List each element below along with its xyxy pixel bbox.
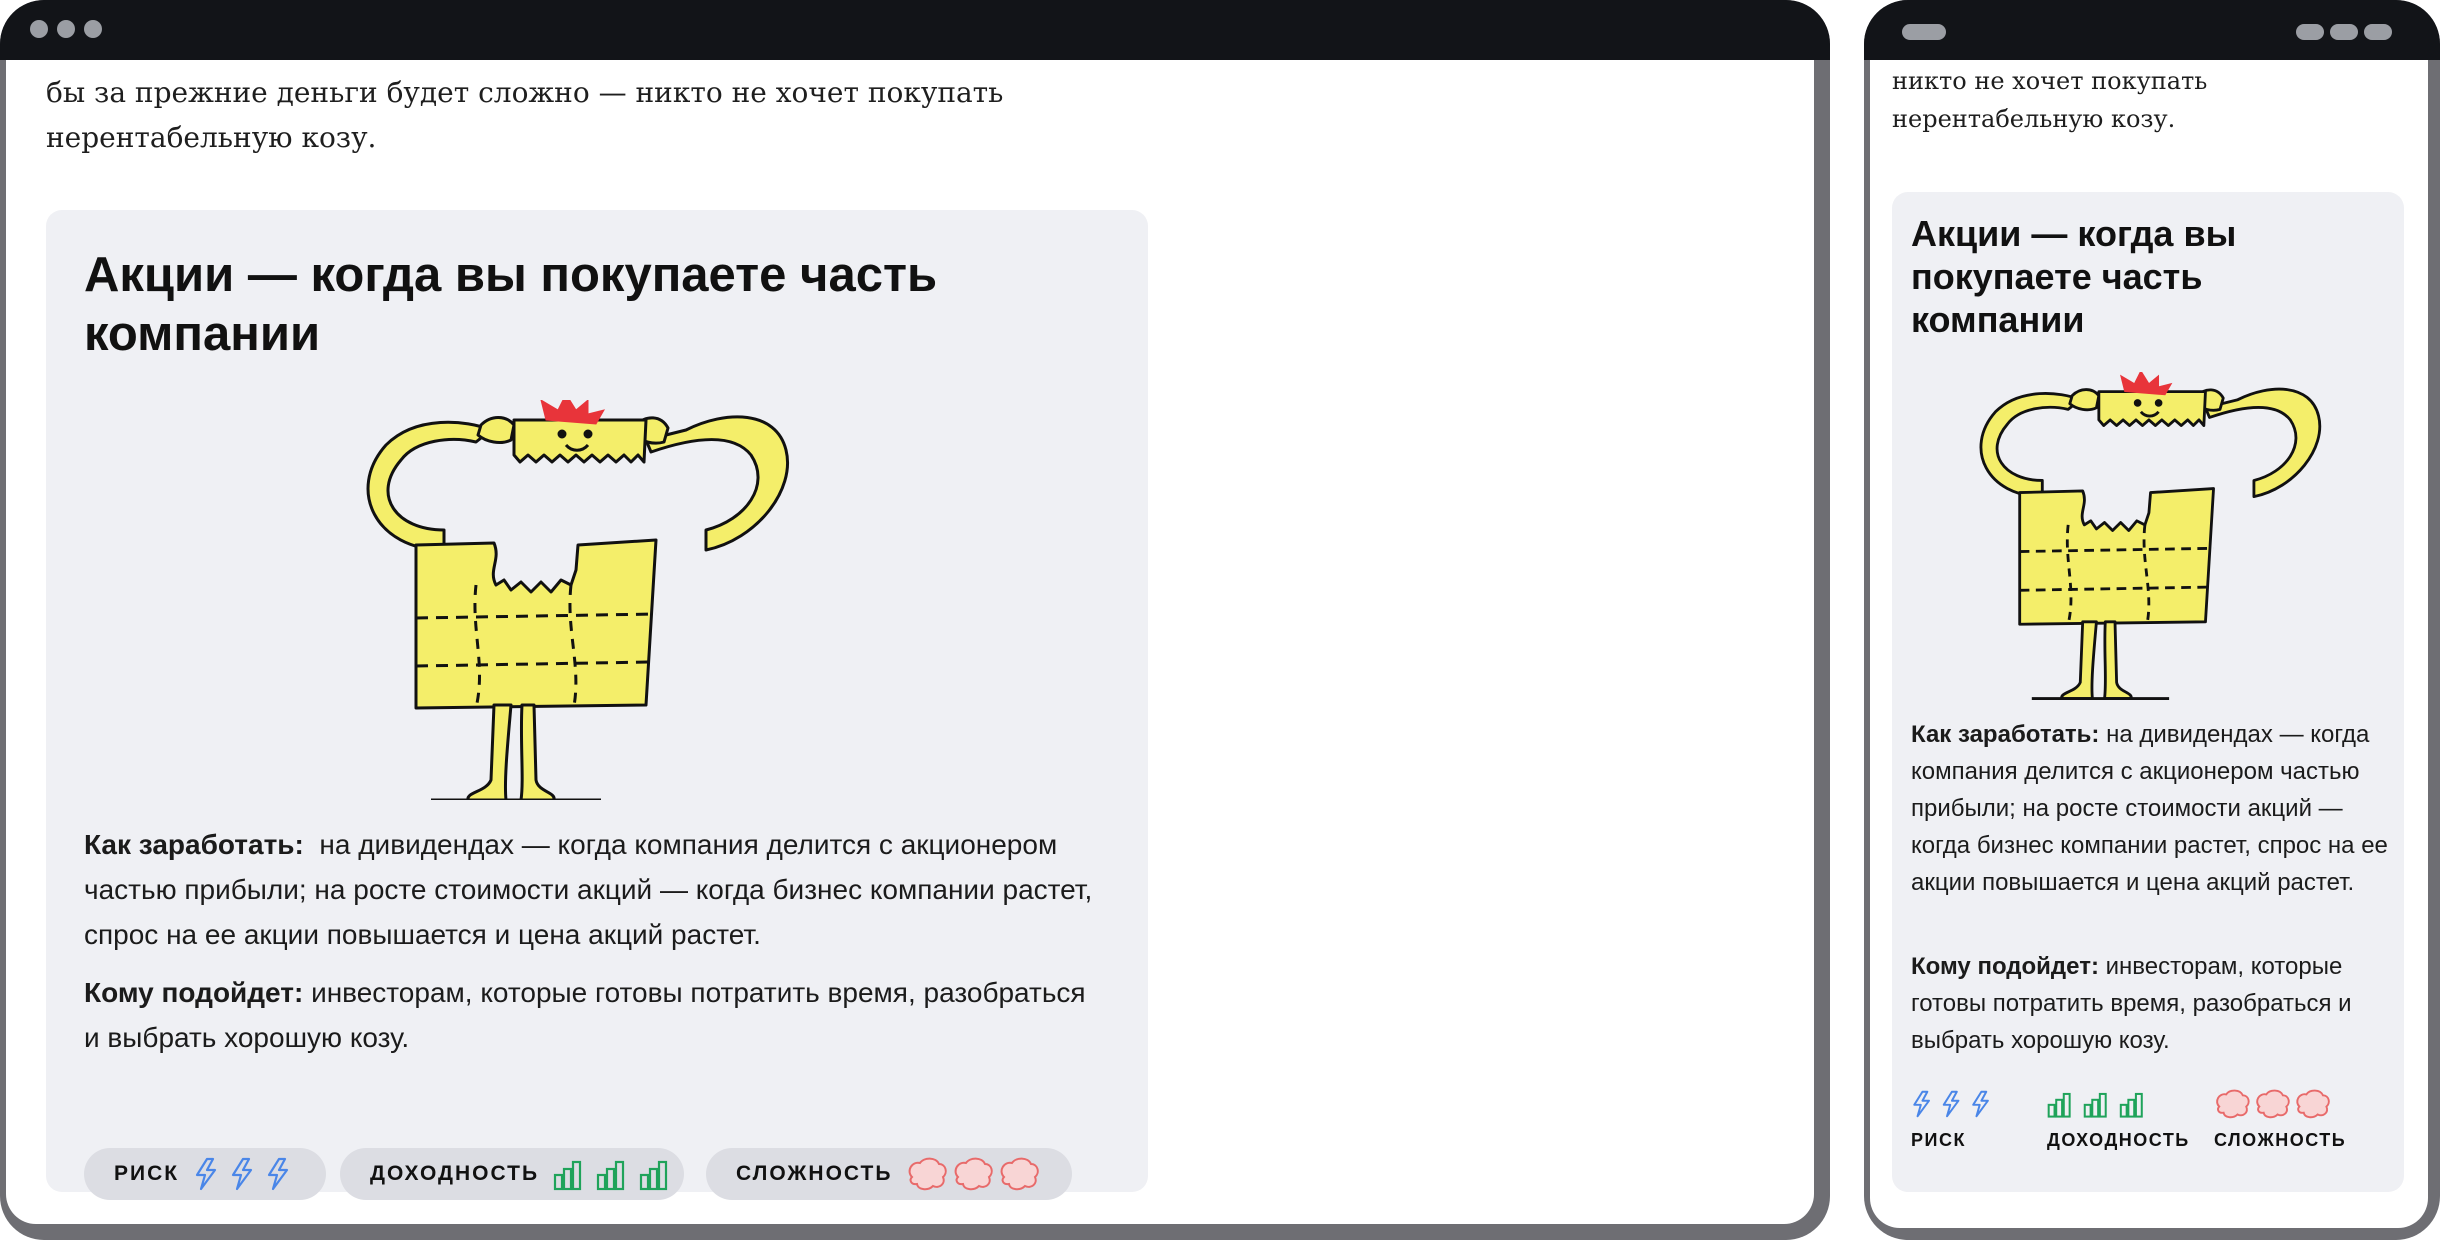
lightning-icon xyxy=(1913,1090,1989,1118)
desktop-titlebar xyxy=(0,0,1830,60)
risk-chip: РИСК xyxy=(84,1148,326,1200)
window-dot-icon[interactable] xyxy=(84,20,102,38)
fit-label: Кому подойдет: xyxy=(84,977,304,1008)
stocks-card: Акции — когда вы покупаете часть компани… xyxy=(1892,192,2404,1192)
fit-description: Кому подойдет: инвесторам, которые готов… xyxy=(84,970,1104,1060)
mobile-screen: никто не хочет покупать нерентабельную к… xyxy=(1870,60,2428,1228)
window-dot-icon[interactable] xyxy=(57,20,75,38)
menu-pill-icon[interactable] xyxy=(2296,24,2324,40)
mobile-titlebar xyxy=(1864,0,2440,60)
menu-pill-icon[interactable] xyxy=(2330,24,2358,40)
yield-label: ДОХОДНОСТЬ xyxy=(370,1162,540,1185)
card-title: Акции — когда вы покупаете часть компани… xyxy=(84,248,938,361)
window-dot-icon[interactable] xyxy=(30,20,48,38)
complexity-metric: СЛОЖНОСТЬ xyxy=(2214,1089,2346,1151)
yield-chip: ДОХОДНОСТЬ xyxy=(340,1148,684,1200)
stock-goat-illustration xyxy=(1979,372,2322,700)
risk-metric: РИСК xyxy=(1911,1089,2001,1151)
desktop-browser-frame: бы за прежние деньги будет сложно — никт… xyxy=(0,0,1830,1240)
brain-icon xyxy=(2216,1089,2330,1119)
risk-label: РИСК xyxy=(1911,1130,1966,1150)
fit-label: Кому подойдет: xyxy=(1911,953,2099,980)
brain-icon xyxy=(909,1157,1040,1191)
earn-label: Как заработать: xyxy=(1911,721,2100,748)
desktop-screen: бы за прежние деньги будет сложно — никт… xyxy=(6,60,1814,1224)
stock-goat-illustration xyxy=(366,400,789,800)
yield-metric: ДОХОДНОСТЬ xyxy=(2047,1089,2190,1151)
earn-description: Как заработать: на дивидендах — когда ко… xyxy=(1911,716,2391,901)
lightning-icon xyxy=(195,1157,289,1191)
complexity-chip: СЛОЖНОСТЬ xyxy=(706,1148,1072,1200)
mobile-browser-frame: никто не хочет покупать нерентабельную к… xyxy=(1864,0,2440,1240)
complexity-label: СЛОЖНОСТЬ xyxy=(736,1162,893,1185)
article-paragraph: бы за прежние деньги будет сложно — никт… xyxy=(46,76,1004,154)
stocks-card: Акции — когда вы покупаете часть компани… xyxy=(46,210,1148,1200)
earn-label: Как заработать: xyxy=(84,829,304,860)
yield-label: ДОХОДНОСТЬ xyxy=(2047,1130,2190,1150)
complexity-label: СЛОЖНОСТЬ xyxy=(2214,1130,2347,1150)
menu-pill-icon[interactable] xyxy=(2364,24,2392,40)
card-title: Акции — когда вы покупаете часть компани… xyxy=(1911,213,2237,340)
bar-chart-icon xyxy=(2047,1092,2143,1118)
risk-label: РИСК xyxy=(114,1162,180,1185)
bar-chart-icon xyxy=(553,1160,668,1191)
article-paragraph: никто не хочет покупать нерентабельную к… xyxy=(1892,67,2208,133)
earn-description: Как заработать: на дивидендах — когда ко… xyxy=(84,822,1104,957)
fit-description: Кому подойдет: инвесторам, которые готов… xyxy=(1911,948,2391,1059)
url-pill-icon[interactable] xyxy=(1902,24,1946,40)
